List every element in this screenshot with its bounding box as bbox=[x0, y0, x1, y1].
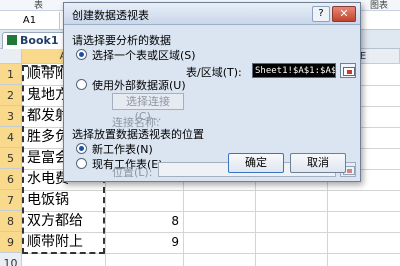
close-button[interactable]: ✕ bbox=[332, 6, 356, 22]
row-header[interactable]: 3 bbox=[0, 106, 22, 127]
row-header[interactable]: 8 bbox=[0, 211, 22, 232]
cell-b9[interactable]: 9 bbox=[105, 232, 183, 253]
ok-button[interactable]: 确定 bbox=[228, 153, 284, 173]
excel-workbook-icon bbox=[7, 35, 17, 45]
select-all-corner[interactable] bbox=[0, 49, 22, 64]
workbook-tab[interactable]: Book1 * bbox=[2, 32, 66, 62]
ribbon-group-label: 图表 bbox=[370, 1, 389, 11]
range-picker-icon[interactable] bbox=[340, 63, 356, 78]
radio-new-sheet-label[interactable]: 新工作表(N) bbox=[92, 141, 153, 157]
row-header[interactable]: 6 bbox=[0, 169, 22, 190]
radio-external-source[interactable] bbox=[76, 79, 87, 90]
choose-connection-button[interactable]: 选择连接(C)... bbox=[112, 93, 184, 123]
table-range-input[interactable]: Sheet1!$A$1:$A$9 bbox=[252, 63, 336, 78]
dialog-titlebar[interactable]: 创建数据透视表 ? ✕ bbox=[64, 3, 360, 25]
cell-b8[interactable]: 8 bbox=[105, 211, 183, 232]
row-header[interactable]: 2 bbox=[0, 85, 22, 106]
cancel-button[interactable]: 取消 bbox=[290, 153, 346, 173]
create-pivot-table-dialog: 创建数据透视表 ? ✕ 请选择要分析的数据 选择一个表或区域(S) 表/区域(T… bbox=[63, 2, 361, 182]
row-header[interactable]: 9 bbox=[0, 232, 22, 253]
radio-existing-sheet[interactable] bbox=[76, 158, 87, 169]
row-header[interactable]: 1 bbox=[0, 64, 22, 85]
radio-select-table-label[interactable]: 选择一个表或区域(S) bbox=[92, 47, 196, 63]
table-range-label: 表/区域(T): bbox=[186, 66, 242, 79]
ribbon-group-label: 表 bbox=[34, 1, 44, 11]
radio-external-source-label[interactable]: 使用外部数据源(U) bbox=[92, 77, 186, 93]
row-header[interactable]: 10 bbox=[0, 253, 22, 266]
section-data-label: 请选择要分析的数据 bbox=[72, 34, 171, 47]
dialog-title: 创建数据透视表 bbox=[72, 9, 149, 22]
row-header[interactable]: 4 bbox=[0, 127, 22, 148]
location-label: 位置(L): bbox=[112, 166, 153, 179]
row-header[interactable]: 7 bbox=[0, 190, 22, 211]
radio-select-table[interactable] bbox=[76, 49, 87, 60]
radio-new-sheet[interactable] bbox=[76, 143, 87, 154]
section-location-label: 选择放置数据透视表的位置 bbox=[72, 128, 204, 141]
row-header[interactable]: 5 bbox=[0, 148, 22, 169]
help-button[interactable]: ? bbox=[312, 6, 330, 22]
name-box[interactable]: A1 bbox=[0, 12, 60, 29]
